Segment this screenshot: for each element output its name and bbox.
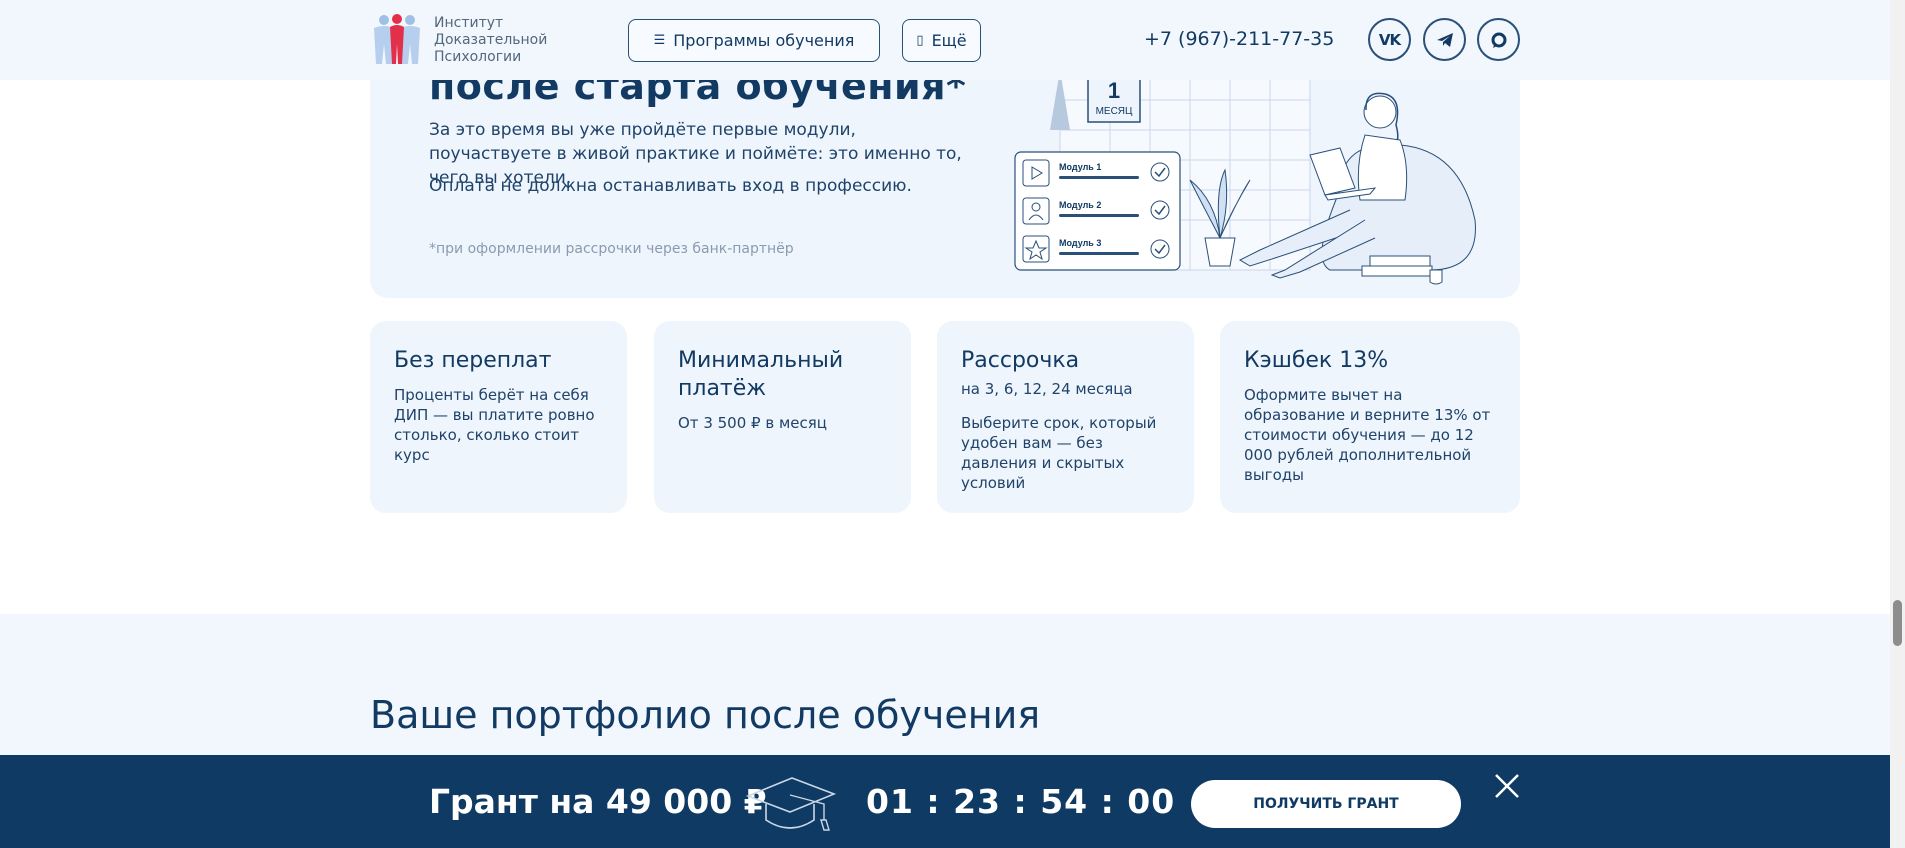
- feature-text: Выберите срок, который удобен вам — без …: [961, 414, 1157, 492]
- feature-title: Без переплат: [394, 348, 552, 373]
- feature-text: Проценты берёт на себя ДИП — вы платите …: [394, 386, 595, 464]
- logo-line-2: Доказательной: [434, 31, 548, 48]
- phone-link[interactable]: +7 (967)-211-77-35: [1144, 28, 1334, 50]
- logo[interactable]: Институт Доказательной Психологии: [370, 14, 547, 66]
- feature-card-cashback: Кэшбек 13% Оформите вычет на образование…: [1220, 321, 1520, 513]
- feature-subtitle: на 3, 6, 12, 24 месяца: [961, 380, 1133, 398]
- logo-mark-icon: [374, 14, 420, 64]
- hero-footnote: *при оформлении рассрочки через банк-пар…: [429, 241, 794, 257]
- feature-text: Оформите вычет на образование и верните …: [1244, 386, 1491, 484]
- telegram-icon: [1436, 32, 1453, 47]
- logo-text: Институт Доказательной Психологии: [434, 15, 547, 66]
- list-icon: ☰: [653, 33, 666, 48]
- feature-title: Минимальный платёж: [678, 348, 844, 401]
- programs-button-label: Программы обучения: [673, 31, 855, 50]
- module-3-label: Модуль 3: [1059, 238, 1101, 248]
- hero-illustration: 1 МЕСЯЦ Модуль 1 Модуль 2 Модуль 3: [1014, 70, 1476, 285]
- calendar-unit: МЕСЯЦ: [1096, 106, 1133, 117]
- max-button[interactable]: [1477, 18, 1520, 61]
- feature-card-min-payment: Минимальный платёж От 3 500 ₽ в месяц: [654, 321, 911, 513]
- logo-line-3: Психологии: [434, 48, 522, 65]
- feature-title: Рассрочка: [961, 348, 1080, 373]
- feature-title: Кэшбек 13%: [1244, 348, 1389, 373]
- close-banner-icon[interactable]: [1493, 772, 1521, 800]
- grant-banner-title: Грант на 49 000 ₽: [429, 782, 767, 821]
- logo-line-1: Институт: [434, 14, 504, 31]
- module-2-label: Модуль 2: [1059, 200, 1101, 210]
- scrollbar-thumb[interactable]: [1893, 600, 1902, 646]
- page-scrollbar[interactable]: [1890, 0, 1905, 848]
- get-grant-button[interactable]: ПОЛУЧИТЬ ГРАНТ: [1191, 780, 1461, 828]
- site-header: Институт Доказательной Психологии ☰ Прог…: [0, 0, 1890, 80]
- graduation-cap-icon: [745, 777, 836, 831]
- book-icon: ▯: [916, 33, 924, 48]
- programs-button[interactable]: ☰ Программы обучения: [628, 19, 880, 62]
- feature-card-installment: Рассрочка на 3, 6, 12, 24 месяца Выберит…: [937, 321, 1194, 513]
- vk-button[interactable]: VK: [1368, 18, 1411, 61]
- telegram-button[interactable]: [1423, 18, 1466, 61]
- calendar-number: 1: [1108, 78, 1120, 103]
- feature-card-no-overpay: Без переплат Проценты берёт на себя ДИП …: [370, 321, 627, 513]
- more-button-label: Ещё: [931, 31, 967, 50]
- max-icon: [1491, 32, 1506, 48]
- portfolio-section-title: Ваше портфолио после обучения: [370, 693, 1041, 737]
- grant-countdown-timer: 01 : 23 : 54 : 00: [866, 782, 1176, 821]
- module-1-label: Модуль 1: [1059, 162, 1101, 172]
- vk-icon: VK: [1378, 30, 1401, 49]
- more-button[interactable]: ▯ Ещё: [902, 19, 981, 62]
- feature-text: От 3 500 ₽ в месяц: [678, 414, 827, 432]
- hero-paragraph-2: Оплата не должна останавливать вход в пр…: [429, 176, 912, 196]
